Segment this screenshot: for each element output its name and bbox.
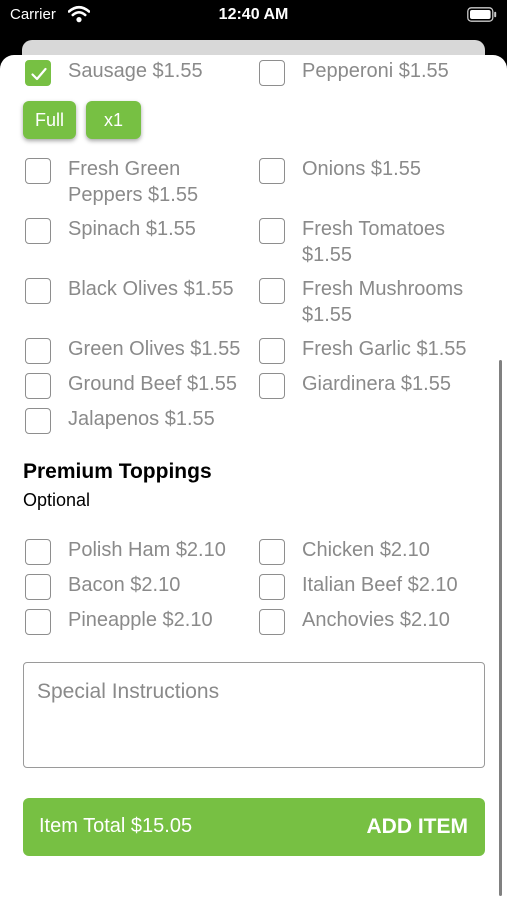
checkbox[interactable] <box>25 373 51 399</box>
checkbox[interactable] <box>25 278 51 304</box>
checkbox[interactable] <box>259 574 285 600</box>
topping-label: Fresh Mushrooms $1.55 <box>302 278 464 326</box>
topping-label: Green Olives $1.55 <box>68 338 241 360</box>
topping-label: Pepperoni $1.55 <box>302 60 449 82</box>
checkbox[interactable] <box>25 338 51 364</box>
section-subtitle: Optional <box>23 490 91 510</box>
topping-label: Pineapple $2.10 <box>68 609 213 631</box>
topping-label: Italian Beef $2.10 <box>302 574 458 596</box>
topping-label: Giardinera $1.55 <box>302 373 451 395</box>
quantity-chip[interactable]: x1 <box>86 101 141 139</box>
clock: 12:40 AM <box>218 6 289 23</box>
add-item-button[interactable]: Item Total $15.05 ADD ITEM <box>23 798 485 856</box>
topping-label: Fresh Green Peppers $1.55 <box>68 158 199 206</box>
item-total: Item Total $15.05 <box>39 815 193 837</box>
topping-label: Bacon $2.10 <box>68 574 181 596</box>
topping-label: Ground Beef $1.55 <box>68 373 238 395</box>
checkbox[interactable] <box>25 574 51 600</box>
topping-label: Chicken $2.10 <box>302 539 430 561</box>
item-sheet: Sausage $1.55 Pepperoni $1.55 Full x1 Fr… <box>0 55 507 900</box>
topping-label: Onions $1.55 <box>302 158 421 180</box>
checkbox[interactable] <box>259 218 285 244</box>
topping-label: Anchovies $2.10 <box>302 609 450 631</box>
add-item-label: ADD ITEM <box>366 815 469 838</box>
topping-label: Spinach $1.55 <box>68 218 196 240</box>
checkbox-checked[interactable] <box>25 60 51 86</box>
checkmark-icon <box>31 67 47 81</box>
topping-label: Polish Ham $2.10 <box>68 539 226 561</box>
topping-label: Fresh Tomatoes $1.55 <box>302 218 446 266</box>
checkbox[interactable] <box>259 278 285 304</box>
checkbox[interactable] <box>25 539 51 565</box>
checkbox[interactable] <box>25 218 51 244</box>
topping-label: Fresh Garlic $1.55 <box>302 338 467 360</box>
topping-label: Sausage $1.55 <box>68 60 203 82</box>
checkbox[interactable] <box>259 539 285 565</box>
checkbox[interactable] <box>259 373 285 399</box>
portion-chip[interactable]: Full <box>23 101 76 139</box>
checkbox[interactable] <box>25 158 51 184</box>
checkbox[interactable] <box>25 408 51 434</box>
special-instructions-field[interactable] <box>23 662 485 768</box>
checkbox[interactable] <box>25 609 51 635</box>
status-bar: Carrier 12:40 AM <box>0 0 507 38</box>
checkbox[interactable] <box>259 158 285 184</box>
scrollbar[interactable] <box>499 360 502 896</box>
checkbox[interactable] <box>259 60 285 86</box>
section-title: Premium Toppings <box>23 460 212 483</box>
battery-icon <box>467 7 497 22</box>
checkbox[interactable] <box>259 609 285 635</box>
checkbox[interactable] <box>259 338 285 364</box>
topping-label: Black Olives $1.55 <box>68 278 234 300</box>
topping-label: Jalapenos $1.55 <box>68 408 215 430</box>
